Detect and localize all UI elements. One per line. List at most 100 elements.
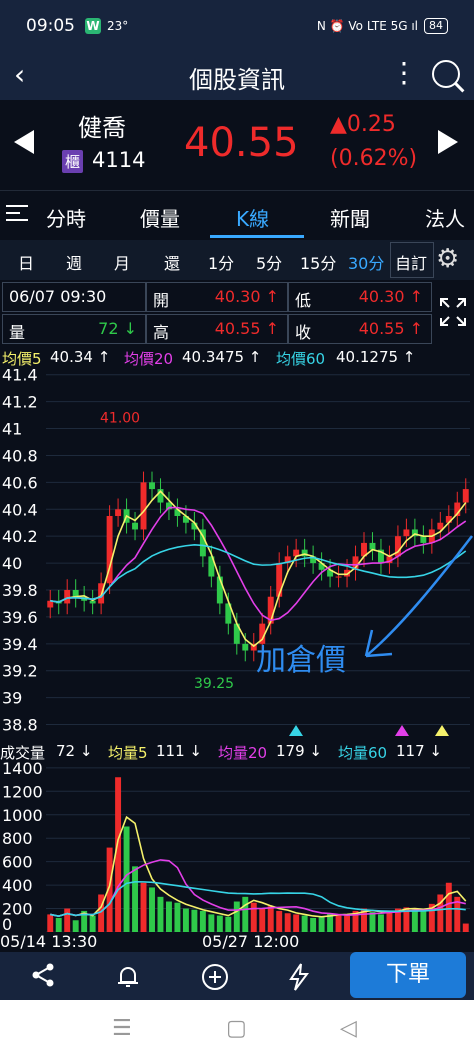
vol-tick-label: 400 — [2, 876, 33, 895]
ma20-value: 40.3475 ↑ — [182, 348, 262, 366]
volume-bar — [301, 915, 308, 932]
tab-price-volume[interactable]: 價量 — [140, 203, 180, 232]
volume-bar — [225, 916, 232, 932]
v20-value: 179 ↓ — [276, 742, 322, 760]
candle — [335, 576, 342, 578]
info-high-label: 高 — [153, 323, 170, 342]
low-annotation: 39.25 — [194, 676, 234, 692]
volume-bar — [174, 902, 181, 932]
info-datetime: 06/07 09:30 — [9, 287, 107, 306]
ma-cross-marker — [289, 725, 303, 736]
vma5-line — [50, 815, 467, 918]
date-left: 05/14 13:30 — [0, 932, 98, 951]
ma-legend: 均價5 40.34 ↑ 均價20 40.3475 ↑ 均價60 40.1275 … — [0, 347, 474, 368]
period-week[interactable]: 週 — [66, 250, 82, 274]
volume-bar — [208, 914, 215, 932]
v5-value: 111 ↓ — [156, 742, 202, 760]
tab-news[interactable]: 新聞 — [330, 203, 370, 232]
info-low-label: 低 — [295, 291, 312, 310]
order-button[interactable]: 下單 — [350, 952, 466, 998]
y-tick-label: 40.8 — [2, 446, 38, 465]
period-month[interactable]: 月 — [114, 250, 130, 274]
y-tick-label: 39.8 — [2, 581, 38, 600]
status-icons: N ⏰ Vo LTE 5G ıl 84 — [317, 18, 448, 34]
candle — [140, 482, 147, 530]
volume-bar — [216, 915, 223, 932]
v20-label: 均量20 — [218, 744, 268, 762]
tab-intraday[interactable]: 分時 — [46, 203, 86, 232]
recent-apps-icon[interactable]: ☰ — [112, 1016, 132, 1041]
y-tick-label: 40 — [2, 554, 22, 573]
volume-bar — [165, 901, 172, 932]
period-30min[interactable]: 30分 — [348, 250, 384, 274]
info-volume-cell: 量 72 ↓ — [2, 314, 146, 344]
period-5min[interactable]: 5分 — [256, 250, 282, 274]
prev-stock-icon[interactable] — [14, 130, 34, 154]
ma-cross-marker — [435, 725, 449, 736]
candle — [420, 536, 427, 543]
volume-bar — [182, 908, 189, 932]
ma5-label: 均價5 — [2, 350, 42, 368]
back-nav-icon[interactable]: ◁ — [340, 1016, 357, 1041]
vol-tick-label: 0 — [2, 915, 12, 932]
volume-bar — [377, 914, 384, 932]
volume-bar — [140, 882, 147, 932]
info-volume-value: 72 ↓ — [98, 319, 137, 338]
kline-chart[interactable]: 41.4 41.2 41 40.8 40.6 40.4 40.2 40 39.8 39.6 39.4… — [0, 368, 474, 738]
fullscreen-icon[interactable] — [432, 282, 474, 342]
volume-bar — [284, 913, 291, 932]
period-adjusted[interactable]: 還 — [164, 250, 180, 274]
volume-chart[interactable]: 1400120010008006004002000 — [0, 762, 474, 932]
info-high-cell: 高 40.55 ↑ — [146, 314, 288, 344]
sort-menu-icon[interactable] — [6, 205, 28, 223]
more-vert-icon[interactable]: ⋮ — [390, 58, 418, 88]
next-stock-icon[interactable] — [438, 130, 458, 154]
tab-kline[interactable]: K線 — [236, 203, 269, 232]
volume-bar — [199, 910, 206, 932]
period-1min[interactable]: 1分 — [208, 250, 234, 274]
app: 09:05 W 23° N ⏰ Vo LTE 5G ıl 84 ‹ 個股資訊 ⋮… — [0, 0, 474, 1000]
candle — [132, 522, 139, 530]
tab-institutional[interactable]: 法人 — [425, 203, 465, 232]
title-bar: ‹ 個股資訊 ⋮ — [0, 52, 474, 100]
y-tick-label: 40.6 — [2, 473, 38, 492]
info-low-cell: 低 40.30 ↑ — [288, 282, 432, 312]
info-open-value: 40.30 ↑ — [214, 287, 279, 306]
share-icon[interactable] — [30, 962, 56, 995]
volume-label: 成交量 — [0, 744, 46, 762]
info-close-cell: 收 40.55 ↑ — [288, 314, 432, 344]
period-custom[interactable]: 自訂 — [395, 250, 427, 274]
volume-bar — [250, 902, 257, 932]
candle — [462, 489, 469, 503]
lightning-icon[interactable] — [286, 962, 312, 999]
add-circle-icon[interactable] — [200, 962, 230, 999]
status-time: 09:05 — [26, 16, 75, 36]
bell-icon[interactable] — [114, 962, 142, 997]
period-day[interactable]: 日 — [18, 250, 34, 274]
status-bar: 09:05 W 23° N ⏰ Vo LTE 5G ıl 84 — [0, 0, 474, 52]
y-tick-label: 40.2 — [2, 527, 38, 546]
candle — [64, 590, 71, 604]
volume-value: 72 ↓ — [56, 742, 93, 760]
info-datetime-cell: 06/07 09:30 — [2, 282, 146, 312]
volume-bar — [445, 882, 452, 932]
candle-info-panel: 06/07 09:30 開 40.30 ↑ 低 40.30 ↑ 量 72 ↓ 高… — [0, 282, 474, 346]
gear-icon[interactable]: ⚙ — [436, 244, 459, 274]
ma5-line — [50, 490, 467, 648]
info-low-value: 40.30 ↑ — [358, 287, 423, 306]
volume-bar — [259, 908, 266, 932]
volume-bar — [276, 910, 283, 932]
info-high-value: 40.55 ↑ — [214, 319, 279, 338]
search-icon[interactable] — [432, 60, 460, 88]
stock-price: 40.55 — [184, 120, 299, 166]
volume-bar — [89, 915, 96, 932]
ma5-value: 40.34 ↑ — [50, 348, 111, 366]
candle — [276, 563, 283, 597]
home-icon[interactable]: ▢ — [226, 1016, 247, 1041]
date-mid: 05/27 12:00 — [202, 932, 300, 951]
period-15min[interactable]: 15分 — [300, 250, 336, 274]
info-close-value: 40.55 ↑ — [358, 319, 423, 338]
volume-bar — [310, 917, 317, 932]
vol-tick-label: 1400 — [2, 762, 43, 778]
candle — [115, 509, 122, 516]
